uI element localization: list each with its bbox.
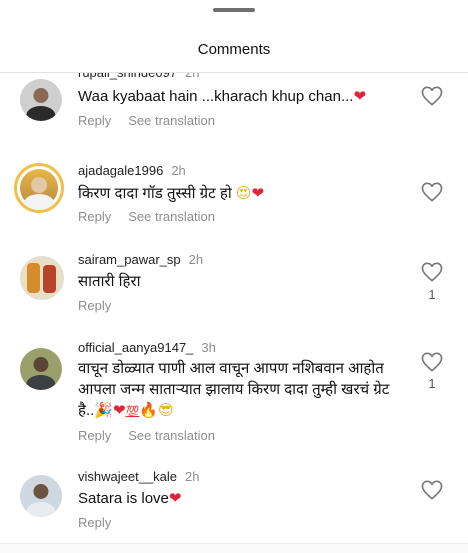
- see-translation-button[interactable]: See translation: [128, 209, 215, 224]
- comment-actions: Reply: [78, 515, 128, 530]
- timestamp: 2h: [185, 469, 200, 484]
- page-title: Comments: [197, 41, 271, 58]
- reply-button[interactable]: Reply: [78, 428, 111, 443]
- comment-text: किरण दादा गॉड तुस्सी ग्रेट हो 😍❤: [78, 183, 408, 204]
- comments-list[interactable]: rupali_shinde097 2h Waa kyabaat hain ...k…: [0, 73, 468, 552]
- heart-outline-icon[interactable]: [421, 352, 443, 372]
- comment-actions: Reply See translation: [78, 113, 232, 128]
- see-translation-button[interactable]: See translation: [128, 113, 215, 128]
- comment-body: Waa kyabaat hain ...kharach khup chan...: [78, 88, 354, 105]
- username[interactable]: official_aanya9147_: [78, 340, 193, 355]
- comment-meta: sairam_pawar_sp 2h: [78, 252, 203, 267]
- heart-outline-icon[interactable]: [421, 480, 443, 500]
- sunglasses-emoji: 😎: [157, 401, 174, 419]
- avatar[interactable]: [20, 348, 62, 390]
- avatar[interactable]: [14, 163, 64, 213]
- heart-outline-icon[interactable]: [421, 182, 443, 202]
- avatar[interactable]: [20, 256, 64, 300]
- comment-text: Waa kyabaat hain ...kharach khup chan...…: [78, 86, 408, 107]
- reply-button[interactable]: Reply: [78, 113, 111, 128]
- comment-text: वाचून डोळ्यात पाणी आल वाचून आपण नशिबवान …: [78, 358, 413, 422]
- heart-outline-icon[interactable]: [421, 86, 443, 106]
- like-count: 1: [428, 287, 436, 302]
- comment-body: Satara is love: [78, 490, 169, 507]
- username[interactable]: ajadagale1996: [78, 163, 163, 178]
- comment-body: सातारी हिरा: [78, 273, 141, 290]
- timestamp: 2h: [188, 252, 204, 267]
- comment-actions: Reply See translation: [78, 428, 232, 443]
- comment-body-line: वाचून डोळ्यात पाणी आल वाचून आपण नशिबवान …: [78, 360, 384, 377]
- username[interactable]: vishwajeet__kale: [78, 469, 177, 484]
- username[interactable]: sairam_pawar_sp: [78, 252, 181, 267]
- avatar[interactable]: [20, 475, 62, 517]
- comment-actions: Reply: [78, 298, 128, 313]
- heart-eyes-emoji: 😍: [235, 184, 252, 202]
- comment-body-line: है..🎉❤💯🔥😎: [78, 401, 174, 419]
- comment-actions: Reply See translation: [78, 209, 232, 224]
- see-translation-button[interactable]: See translation: [128, 428, 215, 443]
- comment-body-line: आपला जन्म साताऱ्यात झालाय किरण दादा तुम्…: [78, 381, 390, 398]
- timestamp: 2h: [185, 73, 199, 80]
- comment-meta: ajadagale1996 2h: [78, 163, 186, 178]
- red-heart-emoji: ❤: [168, 489, 182, 507]
- heart-outline-icon[interactable]: [421, 262, 443, 282]
- like-count: 1: [428, 376, 436, 391]
- comment-meta: rupali_shinde097 2h: [78, 73, 200, 80]
- comment-text: सातारी हिरा: [78, 271, 408, 292]
- red-heart-emoji: ❤: [251, 184, 265, 202]
- reply-button[interactable]: Reply: [78, 515, 111, 530]
- timestamp: 3h: [201, 340, 216, 355]
- hundred-points-emoji: 💯: [125, 405, 140, 418]
- comment-body: किरण दादा गॉड तुस्सी ग्रेट हो: [78, 185, 236, 202]
- red-heart-emoji: ❤: [353, 87, 367, 105]
- timestamp: 2h: [171, 163, 186, 178]
- party-popper-emoji: 🎉: [94, 401, 113, 419]
- reply-button[interactable]: Reply: [78, 298, 111, 313]
- comment-meta: official_aanya9147_ 3h: [78, 340, 216, 355]
- comment-text: Satara is love❤: [78, 488, 408, 509]
- comment-meta: vishwajeet__kale 2h: [78, 469, 199, 484]
- username[interactable]: rupali_shinde097: [78, 73, 177, 80]
- drag-handle-icon[interactable]: [213, 8, 255, 12]
- reply-button[interactable]: Reply: [78, 209, 111, 224]
- avatar[interactable]: [20, 79, 62, 121]
- red-heart-emoji: ❤: [113, 401, 126, 419]
- fire-emoji: 🔥: [139, 401, 158, 419]
